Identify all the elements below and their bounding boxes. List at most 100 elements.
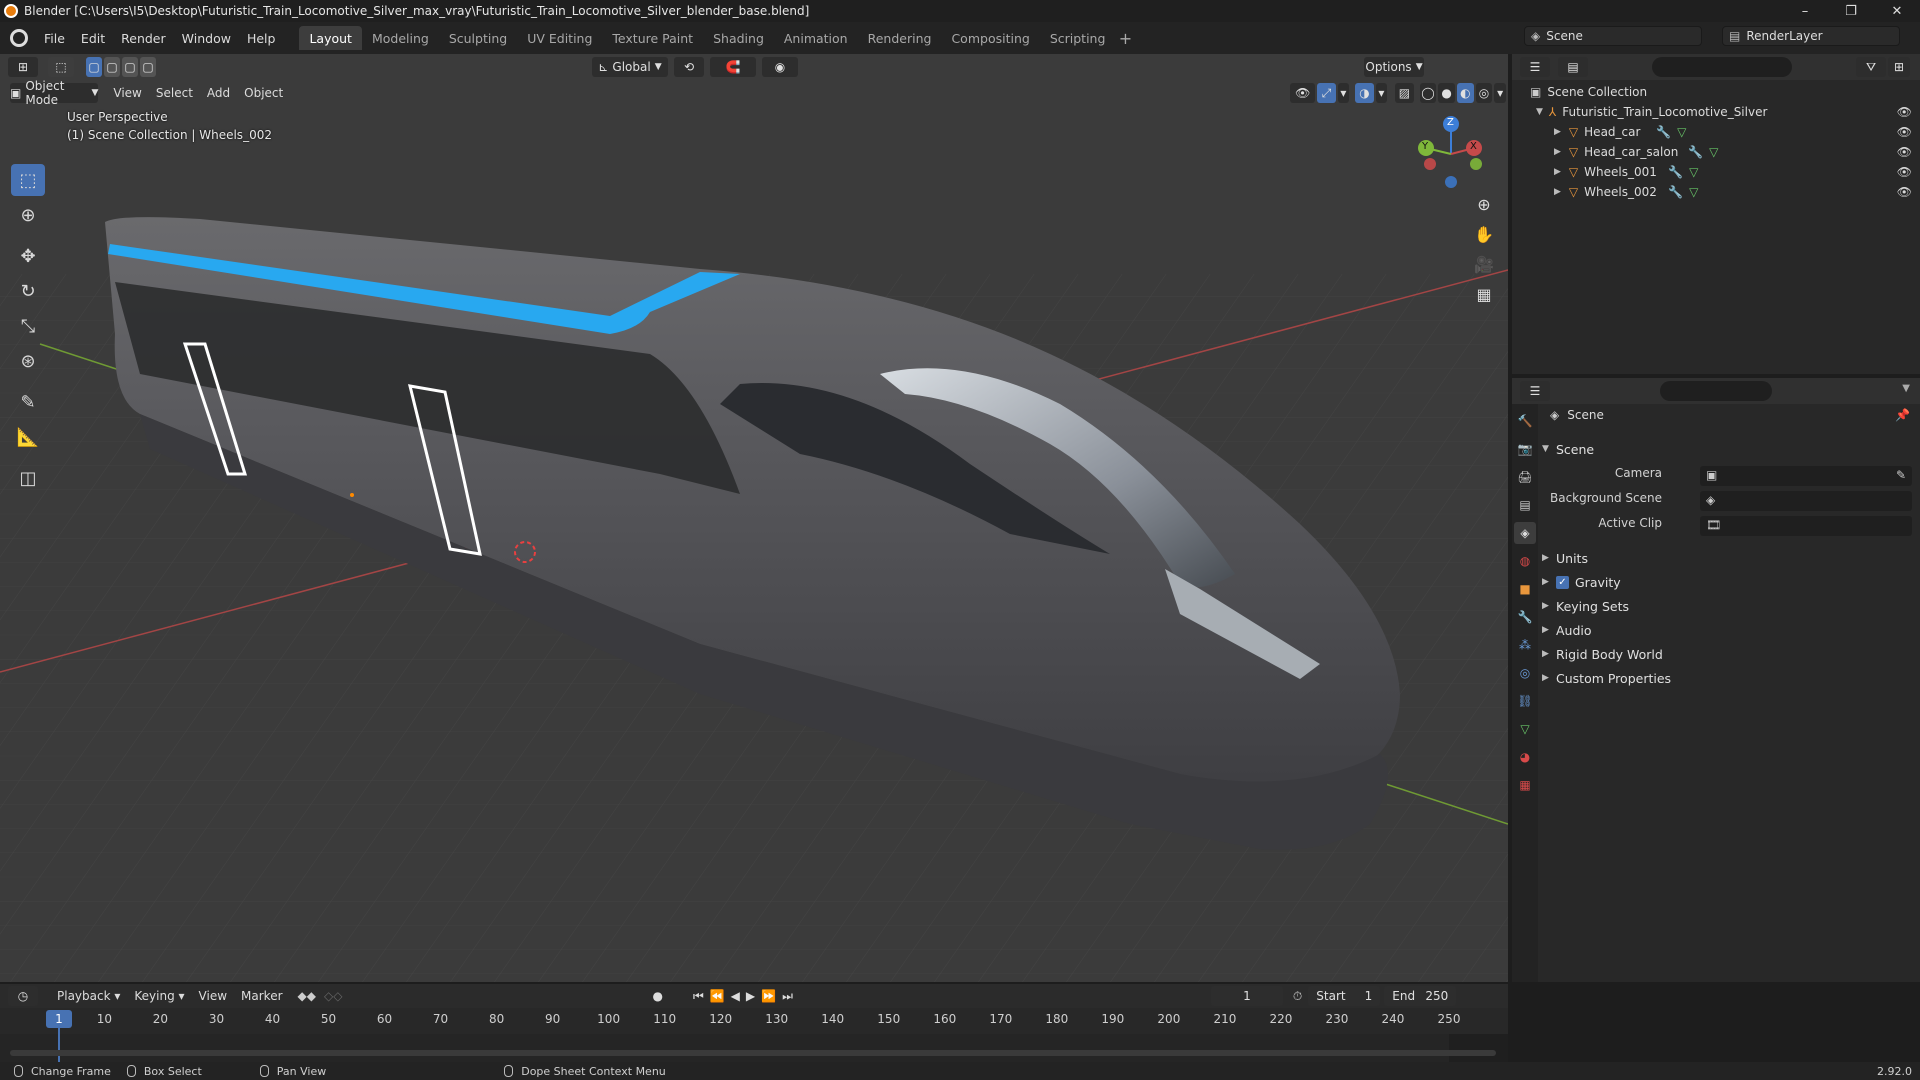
mesh-data-tab-icon[interactable]: ▽ (1514, 718, 1536, 740)
close-button[interactable]: ✕ (1874, 0, 1920, 22)
select-extend-icon[interactable]: ▢ (104, 57, 120, 77)
outliner-row-object[interactable]: ▶ ▽ Head_car 🔧 ▽ 👁 (1512, 122, 1920, 142)
outliner-row-object[interactable]: ▶ ▽ Head_car_salon 🔧 ▽ 👁 (1512, 142, 1920, 162)
eyedropper-icon[interactable]: ✎ (1896, 468, 1906, 482)
options-dropdown[interactable]: Options ▼ (1364, 57, 1424, 77)
audio-panel-header[interactable]: ▶ Audio (1542, 619, 1914, 641)
timeline-editor-type-icon[interactable]: ◷ (8, 986, 38, 1006)
keyframe-delete-icon[interactable]: ◇◇ (324, 989, 342, 1003)
render-tab-icon[interactable]: 📷 (1514, 438, 1536, 460)
minimize-button[interactable]: – (1782, 0, 1828, 22)
pivot-point-icon[interactable]: ⟲ (674, 57, 704, 77)
select-intersect-icon[interactable]: ▢ (140, 57, 156, 77)
background-scene-field[interactable]: ◈ (1700, 491, 1912, 511)
menu-marker[interactable]: Marker (234, 989, 289, 1003)
transform-orientation-dropdown[interactable]: ⊾ Global ▼ (592, 57, 668, 77)
filter-icon[interactable]: ⛛ (1856, 57, 1886, 77)
visibility-eye-icon[interactable]: 👁 (1897, 145, 1912, 159)
texture-tab-icon[interactable]: ▦ (1514, 774, 1536, 796)
scale-tool-icon[interactable]: ⤡ (11, 310, 45, 342)
shading-wireframe-icon[interactable]: ◯ (1419, 83, 1437, 103)
tab-animation[interactable]: Animation (774, 26, 858, 50)
menu-object[interactable]: Object (237, 86, 290, 100)
units-panel-header[interactable]: ▶ Units (1542, 547, 1914, 569)
new-collection-icon[interactable]: ⊞ (1888, 57, 1910, 77)
playhead-frame-indicator[interactable]: 1 (46, 1010, 72, 1028)
outliner-search-input[interactable] (1652, 57, 1792, 77)
snap-toggle-icon[interactable]: 🧲 (710, 57, 756, 77)
playback-controls-icon[interactable]: ⏮⏪◀▶⏩⏭ (693, 989, 799, 1004)
timeline-ruler[interactable]: 10 20 30 40 50 60 70 80 90 100 110 120 130 140 150 160 1… (0, 1010, 1508, 1030)
custom-properties-panel-header[interactable]: ▶ Custom Properties (1542, 667, 1914, 689)
stopwatch-icon[interactable]: ⏱ (1293, 989, 1302, 1004)
gravity-checkbox[interactable]: ✓ (1556, 575, 1569, 589)
tab-uv-editing[interactable]: UV Editing (517, 26, 602, 50)
tool-select-icon[interactable]: ⬚ (48, 57, 74, 77)
rigid-body-world-panel-header[interactable]: ▶ Rigid Body World (1542, 643, 1914, 665)
tab-texture-paint[interactable]: Texture Paint (602, 26, 703, 50)
expand-icon[interactable]: ▶ (1554, 127, 1561, 137)
chevron-down-icon[interactable]: ▾ (1494, 83, 1506, 103)
3d-viewport[interactable]: ⊞ ⬚ ▢ ▢ ▢ ▢ ⊾ Global ▼ ⟲ 🧲 ◉ Options ▼ ▣ Obj… (0, 54, 1508, 982)
menu-view[interactable]: View (106, 86, 148, 100)
shading-material-icon[interactable]: ◐ (1456, 83, 1474, 103)
expand-icon[interactable]: ▶ (1554, 167, 1561, 177)
visibility-eye-icon[interactable]: 👁 (1897, 165, 1912, 179)
menu-help[interactable]: Help (239, 27, 284, 49)
keying-sets-panel-header[interactable]: ▶ Keying Sets (1542, 595, 1914, 617)
timeline-track-area[interactable] (0, 1028, 1508, 1062)
xray-toggle-icon[interactable]: ▨ (1395, 83, 1414, 103)
measure-tool-icon[interactable]: 📐 (11, 421, 45, 453)
outliner-row-object[interactable]: ▶ ▽ Wheels_001 🔧 ▽ 👁 (1512, 162, 1920, 182)
object-tab-icon[interactable]: ■ (1514, 578, 1536, 600)
keyframe-insert-icon[interactable]: ◆◆ (298, 989, 316, 1003)
menu-render[interactable]: Render (113, 27, 174, 49)
gravity-panel-header[interactable]: ▶ ✓ Gravity (1542, 571, 1914, 593)
menu-edit[interactable]: Edit (73, 27, 113, 49)
pin-icon[interactable]: 📌 (1895, 408, 1910, 422)
chevron-down-icon[interactable]: ▼ (1902, 383, 1910, 394)
tool-settings-tab-icon[interactable]: 🔨 (1514, 410, 1536, 432)
outliner-row-object[interactable]: ▶ ▽ Wheels_002 🔧 ▽ 👁 (1512, 182, 1920, 202)
editor-type-icon[interactable]: ⊞ (8, 57, 38, 77)
properties-search-input[interactable] (1660, 381, 1772, 401)
menu-playback[interactable]: Playback ▾ (50, 989, 127, 1003)
tab-modeling[interactable]: Modeling (362, 26, 439, 50)
start-frame-field[interactable]: Start 1 (1308, 986, 1381, 1006)
current-frame-field[interactable]: 1 (1210, 986, 1283, 1006)
menu-file[interactable]: File (36, 27, 73, 49)
shading-solid-icon[interactable]: ● (1438, 83, 1455, 103)
outliner-row-scene-collection[interactable]: ▣ Scene Collection (1512, 82, 1920, 102)
rotate-tool-icon[interactable]: ↻ (11, 275, 45, 307)
tab-rendering[interactable]: Rendering (858, 26, 942, 50)
visibility-eye-icon[interactable]: 👁 (1897, 185, 1912, 199)
cursor-tool-icon[interactable]: ⊕ (11, 199, 45, 231)
particles-tab-icon[interactable]: ⁂ (1514, 634, 1536, 656)
pan-hand-icon[interactable]: ✋ (1470, 220, 1498, 248)
tab-scripting[interactable]: Scripting (1040, 26, 1116, 50)
proportional-edit-icon[interactable]: ◉ (762, 57, 798, 77)
scene-panel-header[interactable]: ▼ Scene (1542, 438, 1914, 460)
menu-keying[interactable]: Keying ▾ (127, 989, 191, 1003)
transform-tool-icon[interactable]: ⊛ (11, 345, 45, 377)
select-subtract-icon[interactable]: ▢ (122, 57, 138, 77)
output-tab-icon[interactable]: 🖨 (1514, 466, 1536, 488)
shading-rendered-icon[interactable]: ◎ (1475, 83, 1493, 103)
ortho-grid-icon[interactable]: ▦ (1470, 280, 1498, 308)
navigation-gizmo[interactable]: Z Y X (1416, 114, 1486, 190)
expand-icon[interactable]: ▶ (1554, 187, 1561, 197)
view-layer-tab-icon[interactable]: ▤ (1514, 494, 1536, 516)
zoom-icon[interactable]: ⊕ (1470, 190, 1498, 218)
scene-tab-icon[interactable]: ◈ (1514, 522, 1536, 544)
menu-window[interactable]: Window (174, 27, 239, 49)
chevron-down-icon[interactable]: ▾ (1375, 83, 1388, 103)
mode-dropdown[interactable]: ▣ Object Mode ▼ (10, 79, 99, 107)
blender-logo-icon[interactable] (10, 29, 28, 47)
view-layer-selector[interactable]: ▤ RenderLayer (1722, 26, 1900, 46)
select-new-icon[interactable]: ▢ (86, 57, 102, 77)
outliner-editor-type-icon[interactable]: ☰ (1520, 57, 1550, 77)
move-tool-icon[interactable]: ✥ (11, 240, 45, 272)
tab-compositing[interactable]: Compositing (941, 26, 1039, 50)
menu-timeline-view[interactable]: View (192, 989, 234, 1003)
expand-icon[interactable]: ▶ (1554, 147, 1561, 157)
